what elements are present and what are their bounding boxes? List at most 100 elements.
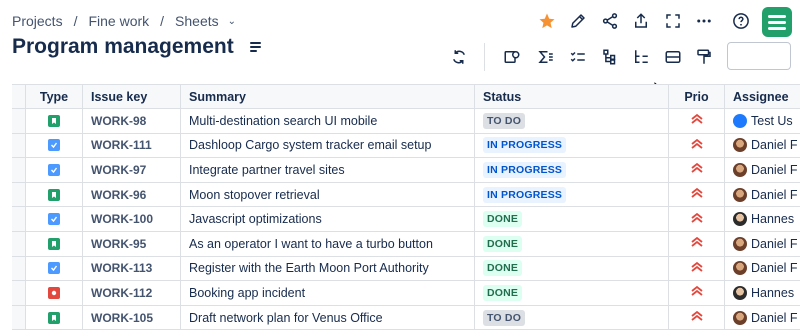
issue-key-cell[interactable]: WORK-105 xyxy=(83,305,181,330)
title-menu-icon[interactable] xyxy=(249,42,261,52)
type-cell[interactable] xyxy=(26,281,83,305)
column-header-status[interactable]: Status xyxy=(475,85,669,108)
hierarchy-icon[interactable] xyxy=(598,45,622,69)
assignee-cell[interactable]: Daniel F xyxy=(725,232,800,256)
assignee-cell[interactable]: Daniel F xyxy=(725,183,800,207)
assignee-cell[interactable]: Hannes xyxy=(725,207,800,231)
summary-cell[interactable]: Javascript optimizations xyxy=(181,207,475,231)
status-badge[interactable]: TO DO xyxy=(483,112,526,129)
table-row[interactable]: WORK-111 Dashloop Cargo system tracker em… xyxy=(12,133,800,159)
status-cell[interactable]: TO DO xyxy=(475,305,669,330)
filter-icon[interactable] xyxy=(500,45,524,69)
checklist-icon[interactable] xyxy=(566,45,590,69)
row-handle[interactable] xyxy=(12,158,26,182)
issue-key-link[interactable]: WORK-96 xyxy=(91,188,146,202)
format-paint-icon[interactable] xyxy=(692,45,716,69)
row-handle[interactable] xyxy=(12,281,26,305)
priority-cell[interactable] xyxy=(669,182,725,207)
priority-cell[interactable] xyxy=(669,256,725,281)
status-badge[interactable]: IN PROGRESS xyxy=(483,137,567,154)
status-badge[interactable]: IN PROGRESS xyxy=(483,161,567,178)
type-cell[interactable] xyxy=(26,158,83,182)
status-cell[interactable]: DONE xyxy=(475,281,669,305)
more-icon[interactable] xyxy=(692,9,716,33)
status-badge[interactable]: DONE xyxy=(483,235,523,252)
issue-key-cell[interactable]: WORK-100 xyxy=(83,207,181,231)
row-handle[interactable] xyxy=(12,133,26,158)
summary-cell[interactable]: Booking app incident xyxy=(181,281,475,305)
export-icon[interactable] xyxy=(629,9,653,33)
type-cell[interactable] xyxy=(26,207,83,231)
issue-key-link[interactable]: WORK-105 xyxy=(91,311,153,325)
status-badge[interactable]: DONE xyxy=(483,284,523,301)
help-icon[interactable] xyxy=(729,9,753,33)
type-cell[interactable] xyxy=(26,109,83,133)
status-cell[interactable]: TO DO xyxy=(475,109,669,133)
issue-key-link[interactable]: WORK-98 xyxy=(91,114,146,128)
table-row[interactable]: WORK-98 Multi-destination search UI mobil… xyxy=(12,109,800,134)
status-cell[interactable]: DONE xyxy=(475,256,669,281)
status-cell[interactable]: IN PROGRESS xyxy=(475,182,669,207)
issue-key-cell[interactable]: WORK-113 xyxy=(83,256,181,281)
priority-cell[interactable] xyxy=(669,281,725,305)
summary-cell[interactable]: Draft network plan for Venus Office xyxy=(181,305,475,330)
issue-key-cell[interactable]: WORK-95 xyxy=(83,231,181,256)
sum-icon[interactable] xyxy=(534,45,558,69)
summary-cell[interactable]: Register with the Earth Moon Port Author… xyxy=(181,256,475,281)
assignee-cell[interactable]: Daniel F xyxy=(725,158,800,182)
assignee-cell[interactable]: Daniel F xyxy=(725,134,800,158)
status-badge[interactable]: DONE xyxy=(483,211,523,228)
status-badge[interactable]: IN PROGRESS xyxy=(483,186,567,203)
assignee-cell[interactable]: Daniel F xyxy=(725,257,800,281)
status-badge[interactable]: TO DO xyxy=(483,309,526,326)
column-header-assignee[interactable]: Assignee xyxy=(725,85,800,108)
star-icon[interactable] xyxy=(535,9,559,33)
issue-key-cell[interactable]: WORK-96 xyxy=(83,182,181,207)
type-cell[interactable] xyxy=(26,133,83,158)
column-header-issue-key[interactable]: Issue key xyxy=(83,85,181,108)
summary-cell[interactable]: Integrate partner travel sites xyxy=(181,158,475,182)
issue-key-link[interactable]: WORK-113 xyxy=(91,261,152,275)
priority-cell[interactable] xyxy=(669,133,725,158)
row-handle[interactable] xyxy=(12,207,26,231)
priority-cell[interactable] xyxy=(669,207,725,231)
table-row[interactable]: WORK-113 Register with the Earth Moon Por… xyxy=(12,256,800,282)
priority-cell[interactable] xyxy=(669,109,725,133)
column-header-type[interactable]: Type xyxy=(26,85,83,108)
refresh-icon[interactable] xyxy=(447,45,471,69)
issue-key-link[interactable]: WORK-97 xyxy=(91,163,146,177)
row-handle[interactable] xyxy=(12,256,26,281)
issue-key-link[interactable]: WORK-111 xyxy=(91,138,152,152)
priority-cell[interactable] xyxy=(669,305,725,330)
row-handle[interactable] xyxy=(12,305,26,330)
summary-cell[interactable]: Dashloop Cargo system tracker email setu… xyxy=(181,133,475,158)
table-row[interactable]: WORK-112 Booking app incident DONE Hannes xyxy=(12,281,800,306)
table-row[interactable]: WORK-97 Integrate partner travel sites IN … xyxy=(12,158,800,183)
status-cell[interactable]: IN PROGRESS xyxy=(475,133,669,158)
column-header-summary[interactable]: Summary xyxy=(181,85,475,108)
row-handle[interactable] xyxy=(12,231,26,256)
summary-cell[interactable]: As an operator I want to have a turbo bu… xyxy=(181,231,475,256)
issue-key-cell[interactable]: WORK-98 xyxy=(83,109,181,133)
summary-cell[interactable]: Multi-destination search UI mobile xyxy=(181,109,475,133)
issue-key-cell[interactable]: WORK-97 xyxy=(83,158,181,182)
summary-cell[interactable]: Moon stopover retrieval xyxy=(181,182,475,207)
issue-key-cell[interactable]: WORK-111 xyxy=(83,133,181,158)
breadcrumb-sheets[interactable]: Sheets xyxy=(175,13,219,29)
issue-key-link[interactable]: WORK-95 xyxy=(91,237,146,251)
fullscreen-icon[interactable] xyxy=(661,9,685,33)
issue-key-cell[interactable]: WORK-112 xyxy=(83,281,181,305)
chevron-down-icon[interactable]: ⌄ xyxy=(228,16,236,27)
table-row[interactable]: WORK-100 Javascript optimizations DONE Hann… xyxy=(12,207,800,232)
type-cell[interactable] xyxy=(26,305,83,330)
row-height-icon[interactable] xyxy=(661,45,685,69)
row-handle[interactable] xyxy=(12,109,26,133)
table-row[interactable]: WORK-96 Moon stopover retrieval IN PROGRES… xyxy=(12,182,800,208)
type-cell[interactable] xyxy=(26,182,83,207)
search-input[interactable] xyxy=(727,42,791,70)
edit-pencil-icon[interactable] xyxy=(566,9,590,33)
table-row[interactable]: WORK-95 As an operator I want to have a t… xyxy=(12,231,800,257)
column-header-prio[interactable]: Prio xyxy=(669,85,725,108)
assignee-cell[interactable]: Daniel F xyxy=(725,306,800,330)
priority-cell[interactable] xyxy=(669,231,725,256)
